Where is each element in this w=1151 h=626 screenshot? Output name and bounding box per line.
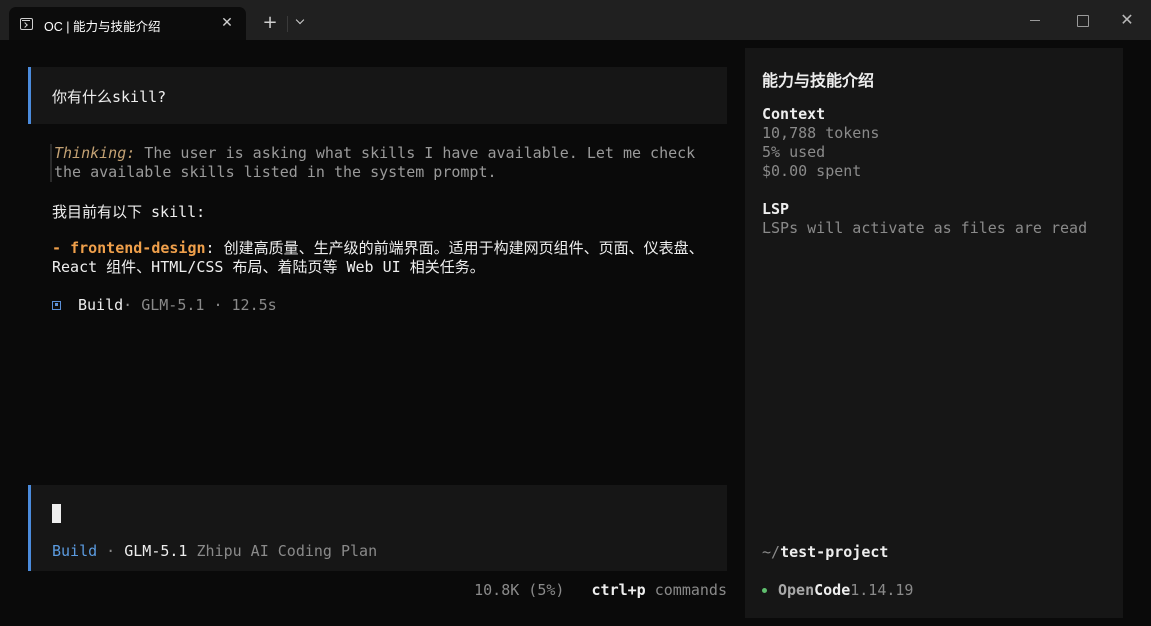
tab-title: OC | 能力与技能介绍 [44,20,161,34]
build-details: · GLM-5.1 · 12.5s [123,296,277,314]
prompt-provider: Zhipu AI Coding Plan [187,542,378,560]
thinking-text: The user is asking what skills I have av… [54,144,696,181]
status-dot-icon [762,587,767,593]
app-name-open: Open [778,581,815,599]
prompt-model[interactable]: GLM-5.1 [124,542,187,560]
build-square-icon [52,300,61,310]
user-message: 你有什么skill? [28,67,727,124]
token-usage: 10.8K (5%) [474,581,565,599]
prompt-info: Build · GLM-5.1 Zhipu AI Coding Plan [52,542,377,560]
prompt-separator: · [97,542,125,560]
tab-divider [287,16,288,32]
project-name: test-project [780,543,889,561]
context-tokens: 10,788 tokens [762,124,880,142]
thinking-label: Thinking: [54,144,136,162]
maximize-button[interactable] [1071,10,1093,32]
context-spent: $0.00 spent [762,162,862,180]
minimize-button[interactable] [1025,10,1047,32]
context-used: 5% used [762,143,826,161]
prompt-input[interactable]: Build · GLM-5.1 Zhipu AI Coding Plan [28,485,727,571]
build-agent: Build [78,296,124,314]
sidebar: 能力与技能介绍 Context 10,788 tokens 5% used $0… [745,48,1123,618]
skill-list-item: - frontend-design: 创建高质量、生产级的前端界面。适用于构建网… [52,239,732,277]
build-status: Build · GLM-5.1 · 12.5s [52,296,277,314]
reply-intro: 我目前有以下 skill: [52,203,206,221]
title-bar: OC | 能力与技能介绍 ✕ + ✕ [0,0,1151,40]
skill-bullet: - [52,239,71,257]
version-number: 1.14.19 [850,581,914,599]
context-heading: Context [762,105,826,123]
user-message-text: 你有什么skill? [52,88,167,106]
app-name-code: Code [814,581,851,599]
skill-name: frontend-design [70,239,206,257]
chevron-down-icon[interactable] [292,14,310,32]
new-tab-button[interactable]: + [259,12,281,34]
app-version: Open Code 1.14.19 [762,581,913,599]
terminal-icon [20,18,33,30]
prompt-agent[interactable]: Build [52,542,97,560]
lsp-status: LSPs will activate as files are read [762,219,1088,237]
text-cursor [52,504,61,523]
path-prefix: ~/ [762,543,781,561]
commands-shortcut: ctrl+p [591,581,646,599]
thinking-block: Thinking: The user is asking what skills… [50,144,730,182]
tab-close-icon[interactable]: ✕ [219,15,235,31]
commands-label: commands [645,581,727,599]
close-window-button[interactable]: ✕ [1116,10,1138,32]
footer-status: 10.8K (5%) ctrl+p commands [474,581,727,599]
project-path: ~/test-project [762,543,888,561]
terminal-tab[interactable]: OC | 能力与技能介绍 ✕ [9,7,246,40]
lsp-heading: LSP [762,200,790,218]
session-title: 能力与技能介绍 [762,71,875,90]
